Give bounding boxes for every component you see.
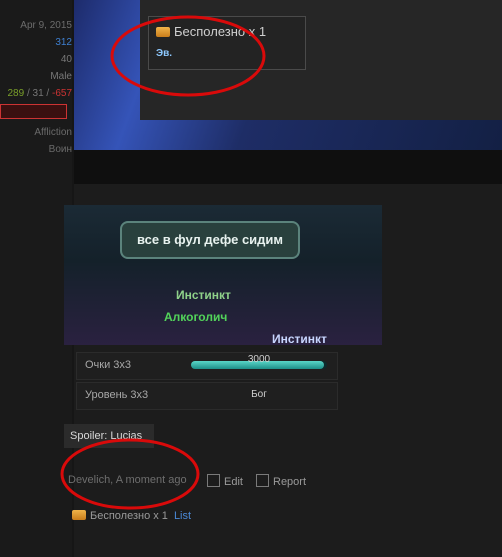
report-button[interactable]: Report [256,474,306,488]
edit-button[interactable]: Edit [207,474,243,488]
rating-list-link[interactable]: List [174,510,191,522]
level-panel: Уровень 3х3 Бог [76,382,338,410]
game-screenshot: все в фул дефе сидим Инстинкт Алкоголич … [64,205,382,345]
tooltip-user[interactable]: Эв. [156,48,172,59]
class-label: Воин [48,144,72,155]
score-label: Очки 3х3 [85,359,132,371]
score-value: 3000 [247,354,271,365]
gender: Male [50,71,72,82]
vote-negative: -657 [51,88,72,99]
build-label: Affliction [34,127,72,138]
game-label-2: Алкоголич [164,310,228,324]
vote-positive: 289 [7,88,25,99]
rating-text: Бесполезно х 1 [90,510,168,522]
folder-icon [72,510,86,520]
level-label: Уровень 3х3 [85,389,149,401]
chat-bubble: все в фул дефе сидим [120,221,300,259]
user-sidebar: Apr 9, 2015 312 40 Male 289 / 31 / -657 … [0,0,72,557]
post-author-time[interactable]: Develich, A moment ago [68,474,187,486]
report-icon [256,474,269,487]
vote-neutral: 31 [32,88,44,99]
spoiler-button[interactable]: Spoiler: Lucias [64,424,154,448]
message-count[interactable]: 312 [0,37,72,48]
rating-tooltip: Бесполезно х 1 Эв. [148,16,306,70]
folder-icon [156,27,170,37]
join-date: Apr 9, 2015 [20,20,72,31]
rating-summary: Бесполезно х 1 List [72,510,191,522]
edit-icon [207,474,220,487]
reputation-bar [0,104,67,119]
score-panel: Очки 3х3 3000 [76,352,338,380]
tooltip-title: Бесполезно х 1 [156,24,266,39]
game-label-3: Инстинкт [272,332,327,345]
vote-stats: 289 / 31 / -657 [7,88,72,99]
game-label-1: Инстинкт [176,288,231,302]
like-count: 40 [60,54,72,65]
level-value: Бог [251,389,267,400]
banner-footer [74,150,502,184]
